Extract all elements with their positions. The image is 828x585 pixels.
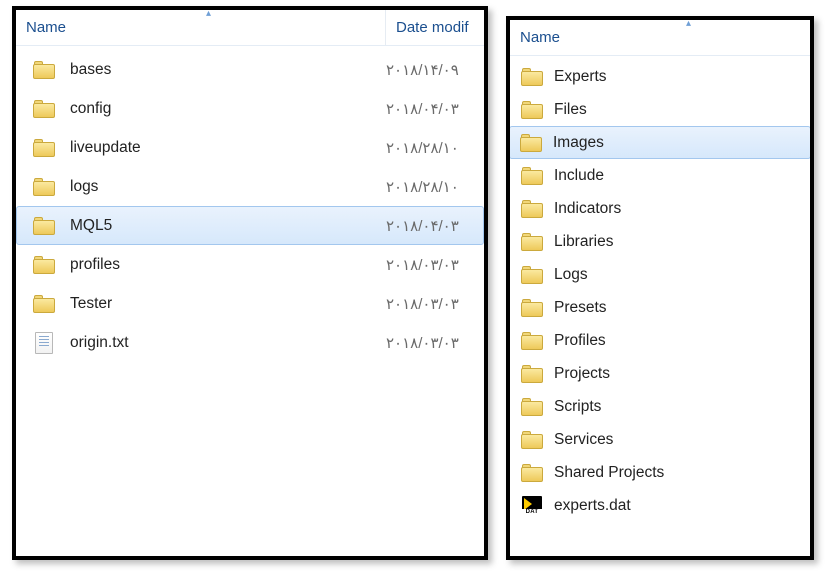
folder-row[interactable]: Services: [510, 423, 810, 456]
folder-icon: [520, 363, 544, 385]
item-name: MQL5: [70, 217, 386, 235]
item-name: Experts: [554, 68, 607, 86]
item-name: Libraries: [554, 233, 613, 251]
folder-row[interactable]: liveupdate۲۰۱۸/۲۸/۱۰: [16, 128, 484, 167]
file-list: Experts Files Images Include Indicators Libra…: [510, 56, 810, 522]
folder-row[interactable]: Projects: [510, 357, 810, 390]
column-header-name-label: Name: [26, 19, 66, 36]
item-name: Presets: [554, 299, 607, 317]
folder-row[interactable]: Experts: [510, 60, 810, 93]
file-row[interactable]: origin.txt۲۰۱۸/۰۳/۰۳: [16, 323, 484, 362]
folder-row[interactable]: Shared Projects: [510, 456, 810, 489]
column-header-name[interactable]: Name: [510, 20, 810, 55]
folder-icon: [520, 462, 544, 484]
folder-icon: [520, 66, 544, 88]
column-header-date-label: Date modif: [396, 19, 469, 36]
folder-row[interactable]: Files: [510, 93, 810, 126]
folder-row[interactable]: logs۲۰۱۸/۲۸/۱۰: [16, 167, 484, 206]
file-row[interactable]: experts.dat: [510, 489, 810, 522]
item-name: Images: [553, 134, 604, 152]
item-name: liveupdate: [70, 139, 386, 157]
item-name: Services: [554, 431, 613, 449]
folder-icon: [520, 429, 544, 451]
folder-icon: [519, 132, 543, 154]
folder-icon: [32, 98, 56, 120]
sort-indicator-icon: ▴: [686, 20, 691, 28]
folder-icon: [520, 330, 544, 352]
explorer-pane-parent: Name Date modif ▴ bases۲۰۱۸/۱۴/۰۹config۲…: [12, 6, 488, 560]
folder-icon: [32, 215, 56, 237]
folder-row[interactable]: bases۲۰۱۸/۱۴/۰۹: [16, 50, 484, 89]
item-name: Logs: [554, 266, 588, 284]
item-name: config: [70, 100, 386, 118]
column-header-name[interactable]: Name: [16, 10, 386, 45]
item-name: bases: [70, 61, 386, 79]
item-name: Include: [554, 167, 604, 185]
item-name: Shared Projects: [554, 464, 664, 482]
folder-row[interactable]: Tester۲۰۱۸/۰۳/۰۳: [16, 284, 484, 323]
folder-icon: [520, 396, 544, 418]
dat-file-icon: [520, 495, 544, 517]
item-name: Indicators: [554, 200, 621, 218]
folder-row[interactable]: Presets: [510, 291, 810, 324]
item-date: ۲۰۱۸/۰۳/۰۳: [386, 334, 480, 352]
folder-icon: [32, 254, 56, 276]
item-date: ۲۰۱۸/۰۳/۰۳: [386, 295, 480, 313]
item-date: ۲۰۱۸/۰۴/۰۳: [386, 217, 479, 235]
folder-icon: [520, 198, 544, 220]
folder-row[interactable]: Logs: [510, 258, 810, 291]
column-header-row: Name Date modif ▴: [16, 10, 484, 46]
folder-row[interactable]: profiles۲۰۱۸/۰۳/۰۳: [16, 245, 484, 284]
folder-icon: [32, 137, 56, 159]
folder-row[interactable]: Profiles: [510, 324, 810, 357]
folder-icon: [32, 59, 56, 81]
explorer-pane-child: Name ▴ Experts Files Images Include Indicato…: [506, 16, 814, 560]
folder-icon: [520, 165, 544, 187]
item-date: ۲۰۱۸/۲۸/۱۰: [386, 178, 480, 196]
column-header-date[interactable]: Date modif: [386, 10, 484, 45]
item-name: Tester: [70, 295, 386, 313]
item-name: Projects: [554, 365, 610, 383]
file-list: bases۲۰۱۸/۱۴/۰۹config۲۰۱۸/۰۴/۰۳liveupdat…: [16, 46, 484, 362]
item-date: ۲۰۱۸/۲۸/۱۰: [386, 139, 480, 157]
item-date: ۲۰۱۸/۱۴/۰۹: [386, 61, 480, 79]
folder-row[interactable]: Images: [509, 126, 811, 159]
item-date: ۲۰۱۸/۰۳/۰۳: [386, 256, 480, 274]
folder-row[interactable]: MQL5۲۰۱۸/۰۴/۰۳: [16, 206, 484, 245]
folder-icon: [520, 231, 544, 253]
item-name: origin.txt: [70, 334, 386, 352]
column-header-name-label: Name: [520, 29, 560, 46]
folder-icon: [32, 176, 56, 198]
item-name: Profiles: [554, 332, 606, 350]
folder-icon: [32, 293, 56, 315]
column-header-row: Name ▴: [510, 20, 810, 56]
text-file-icon: [32, 332, 56, 354]
item-name: experts.dat: [554, 497, 631, 515]
item-name: logs: [70, 178, 386, 196]
item-date: ۲۰۱۸/۰۴/۰۳: [386, 100, 480, 118]
folder-row[interactable]: Include: [510, 159, 810, 192]
folder-row[interactable]: Indicators: [510, 192, 810, 225]
folder-icon: [520, 264, 544, 286]
sort-indicator-icon: ▴: [206, 10, 211, 18]
folder-icon: [520, 99, 544, 121]
folder-row[interactable]: Libraries: [510, 225, 810, 258]
folder-row[interactable]: Scripts: [510, 390, 810, 423]
item-name: Scripts: [554, 398, 601, 416]
item-name: profiles: [70, 256, 386, 274]
folder-row[interactable]: config۲۰۱۸/۰۴/۰۳: [16, 89, 484, 128]
item-name: Files: [554, 101, 587, 119]
folder-icon: [520, 297, 544, 319]
